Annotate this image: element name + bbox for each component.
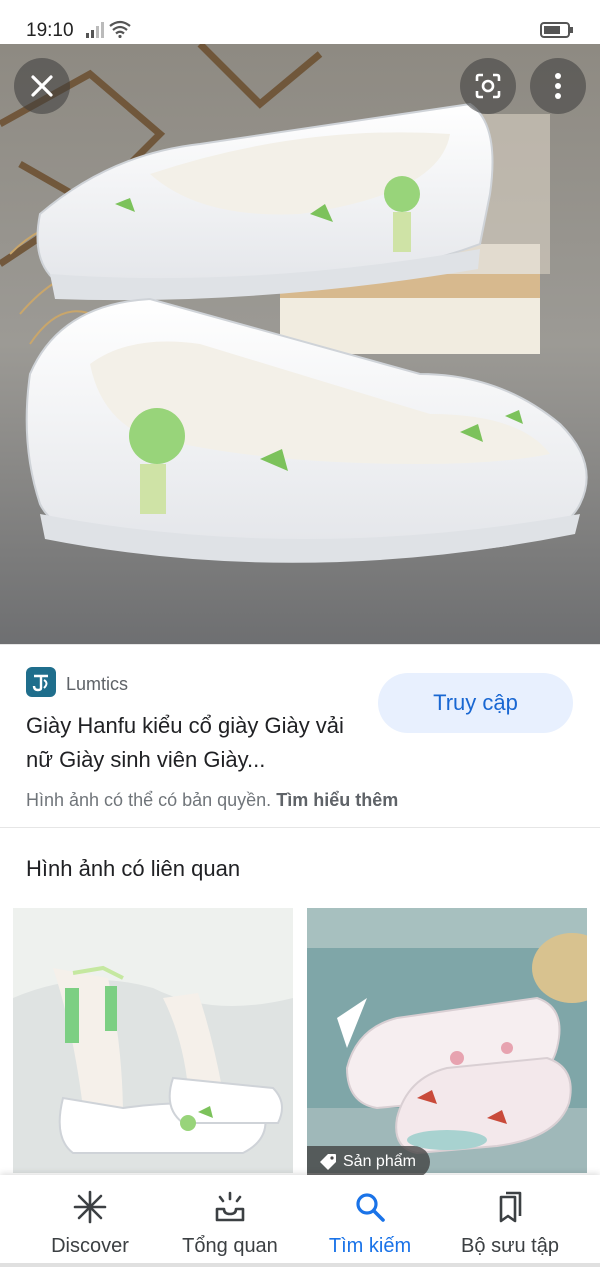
- more-vert-icon: [555, 73, 561, 99]
- lens-button[interactable]: [460, 58, 516, 114]
- nav-discover[interactable]: Discover: [15, 1175, 165, 1267]
- lumtics-logo-icon: [32, 674, 48, 692]
- bottom-navigation: Discover Tổng quan Tìm kiếm Bộ sưu tập: [0, 1175, 600, 1267]
- nav-discover-label: Discover: [51, 1235, 129, 1257]
- nav-collections[interactable]: Bộ sưu tập: [435, 1175, 585, 1267]
- related-photo-1: [13, 908, 293, 1173]
- nav-search[interactable]: Tìm kiếm: [295, 1175, 445, 1267]
- item-title[interactable]: Giày Hanfu kiểu cổ giày Giày vải nữ Giày…: [26, 709, 366, 777]
- copyright-notice: Hình ảnh có thể có bản quyền. Tìm hiểu t…: [26, 790, 398, 811]
- nav-search-label: Tìm kiếm: [328, 1235, 412, 1257]
- close-icon: [31, 75, 53, 97]
- close-button[interactable]: [14, 58, 70, 114]
- status-bar: 19:10: [0, 0, 600, 44]
- nav-overview[interactable]: Tổng quan: [155, 1175, 305, 1267]
- related-heading: Hình ảnh có liên quan: [26, 856, 241, 881]
- main-image[interactable]: [0, 44, 600, 644]
- source-name[interactable]: Lumtics: [66, 674, 128, 695]
- shoe-photo: [0, 44, 600, 644]
- tag-icon: [320, 1154, 336, 1170]
- discover-icon: [73, 1190, 107, 1224]
- copyright-text: Hình ảnh có thể có bản quyền.: [26, 790, 272, 810]
- overview-icon: [215, 1191, 245, 1222]
- lens-icon: [475, 73, 501, 99]
- related-photo-2: [307, 908, 587, 1173]
- status-time: 19:10: [26, 20, 74, 41]
- collections-icon: [499, 1191, 522, 1223]
- more-options-button[interactable]: [530, 58, 586, 114]
- learn-more-link[interactable]: Tìm hiểu thêm: [276, 790, 398, 810]
- nav-collections-label: Bộ sưu tập: [461, 1235, 559, 1257]
- gesture-bar: [0, 1263, 600, 1267]
- wifi-icon: [109, 20, 131, 38]
- product-badge: Sản phẩm: [307, 1146, 430, 1178]
- battery-icon: [540, 22, 573, 38]
- related-image-1[interactable]: [13, 908, 293, 1173]
- search-icon: [356, 1193, 385, 1222]
- related-image-2[interactable]: [307, 908, 587, 1173]
- signal-icon: [86, 22, 104, 38]
- visit-button[interactable]: Truy cập: [378, 673, 573, 733]
- source-logo[interactable]: [26, 667, 56, 697]
- product-badge-label: Sản phẩm: [343, 1153, 416, 1170]
- result-info: Lumtics Giày Hanfu kiểu cổ giày Giày vải…: [0, 644, 600, 828]
- nav-overview-label: Tổng quan: [182, 1235, 278, 1257]
